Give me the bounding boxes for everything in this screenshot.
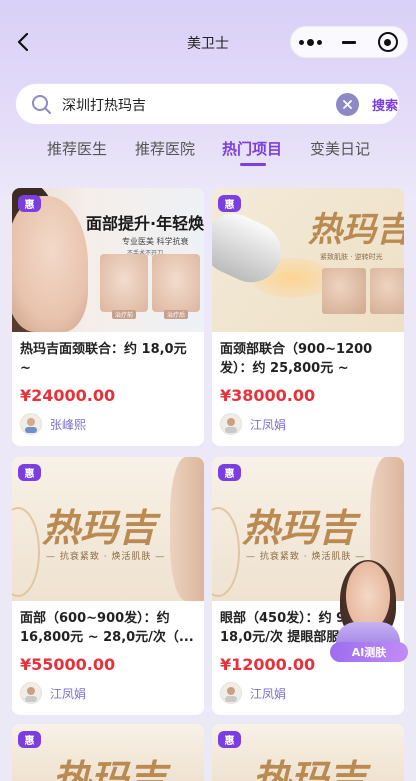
category-tabs: 推荐医生 推荐医院 热门项目 变美日记 <box>0 136 416 170</box>
project-card[interactable]: 热玛吉 惠 <box>212 724 404 781</box>
card-author[interactable]: 张峰熙 <box>20 413 86 435</box>
search-button[interactable]: 搜索 <box>372 95 398 114</box>
image-subline: 紧致肌肤 · 逆转时光 <box>320 253 383 261</box>
image-headline: 热玛吉 <box>42 505 157 550</box>
card-price: ¥38000.00 <box>220 386 316 405</box>
image-headline: 热玛吉 <box>242 505 357 550</box>
project-image: 热玛吉 <box>212 724 404 781</box>
tab-beauty-diary[interactable]: 变美日记 <box>310 138 370 159</box>
card-title: 热玛吉面颈联合：约 18,0元 ~ <box>20 342 187 376</box>
search-bar: 深圳打热玛吉 搜索 <box>16 84 399 124</box>
project-image: 面部提升·年轻焕 专业医美 科学抗衰 不手术不开刀 治疗前 治疗后 <box>12 188 204 332</box>
image-headline: 热玛吉 <box>308 210 404 250</box>
after-label: 治疗后 <box>164 310 189 319</box>
image-headline: 热玛吉 <box>252 756 367 781</box>
author-name: 江凤娟 <box>250 686 287 701</box>
project-card[interactable]: 热玛吉 惠 <box>12 724 204 781</box>
author-name: 江凤娟 <box>50 686 87 701</box>
minimize-button[interactable] <box>330 26 369 58</box>
discount-badge: 惠 <box>18 731 41 748</box>
tab-recommended-doctors[interactable]: 推荐医生 <box>47 138 107 159</box>
image-headline: 面部提升·年轻焕 <box>86 214 204 233</box>
avatar <box>220 682 242 704</box>
card-price: ¥55000.00 <box>20 655 116 674</box>
nav-bar: 美卫士 <box>0 0 416 84</box>
card-title: 面颈部联合（900~1200发）：约 25,800元 ~ <box>220 342 373 376</box>
ai-button-label: AI测肤 <box>330 642 408 662</box>
avatar <box>20 682 42 704</box>
project-image: 热玛吉 — 抗衰紧致 · 焕活肌肤 — <box>12 457 204 601</box>
discount-badge: 惠 <box>18 464 41 481</box>
card-title: 面部（600~900发）：约 16,800元 ~ 28,0元/次（... 提面部… <box>20 611 194 645</box>
clear-search-button[interactable] <box>336 93 359 116</box>
search-input[interactable]: 深圳打热玛吉 <box>62 95 146 115</box>
discount-badge: 惠 <box>218 195 241 212</box>
author-name: 江凤娟 <box>250 417 287 432</box>
discount-badge: 惠 <box>218 464 241 481</box>
card-author[interactable]: 江凤娟 <box>20 682 86 704</box>
avatar <box>20 413 42 435</box>
author-name: 张峰熙 <box>50 417 87 432</box>
card-author[interactable]: 江凤娟 <box>220 682 286 704</box>
minimize-icon <box>342 40 356 44</box>
image-subline: — 抗衰紧致 · 焕活肌肤 — <box>46 552 166 562</box>
ai-skin-test-button[interactable]: AI测肤 <box>330 560 408 664</box>
project-image: 热玛吉 紧致肌肤 · 逆转时光 <box>212 188 404 332</box>
tab-hot-projects[interactable]: 热门项目 <box>222 138 282 159</box>
project-card[interactable]: 热玛吉 — 抗衰紧致 · 焕活肌肤 — 惠 面部（600~900发）：约 16,… <box>12 457 204 715</box>
discount-badge: 惠 <box>218 731 241 748</box>
card-price: ¥24000.00 <box>20 386 116 405</box>
discount-badge: 惠 <box>18 195 41 212</box>
before-label: 治疗前 <box>112 310 137 319</box>
tab-recommended-hospitals[interactable]: 推荐医院 <box>135 138 195 159</box>
project-card[interactable]: 面部提升·年轻焕 专业医美 科学抗衰 不手术不开刀 治疗前 治疗后 惠 热玛吉面… <box>12 188 204 446</box>
more-dots-icon <box>298 38 322 46</box>
project-image: 热玛吉 <box>12 724 204 781</box>
active-tab-indicator <box>240 163 266 166</box>
card-price: ¥12000.00 <box>220 655 316 674</box>
project-card[interactable]: 热玛吉 紧致肌肤 · 逆转时光 惠 面颈部联合（900~1200发）：约 25,… <box>212 188 404 446</box>
image-subline: 专业医美 科学抗衰 <box>122 237 189 246</box>
more-button[interactable] <box>291 26 330 58</box>
close-button[interactable] <box>368 26 407 58</box>
avatar <box>220 413 242 435</box>
mini-program-capsule <box>290 26 408 58</box>
target-close-icon <box>377 32 398 52</box>
card-author[interactable]: 江凤娟 <box>220 413 286 435</box>
clear-x-icon <box>343 100 352 109</box>
search-icon <box>32 95 51 114</box>
image-headline: 热玛吉 <box>52 756 167 781</box>
